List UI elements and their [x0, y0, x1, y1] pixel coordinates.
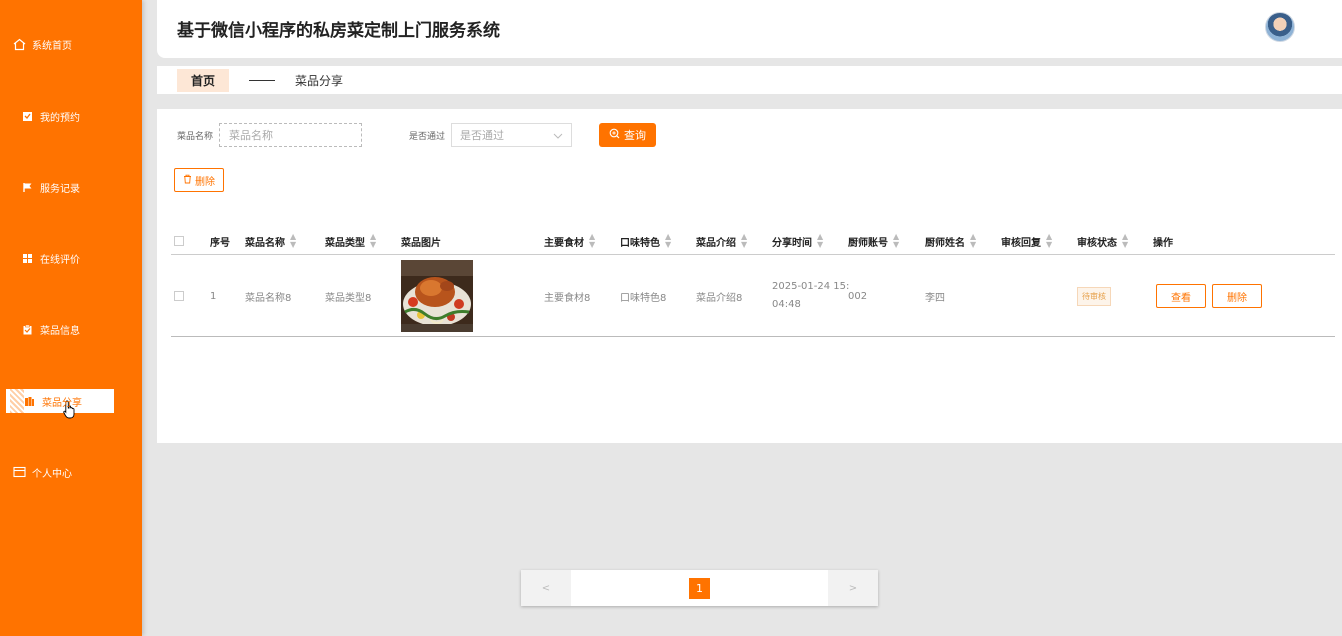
row-dish-name: 菜品名称8	[245, 292, 292, 304]
sort-icon: ▲ ▼	[741, 232, 748, 249]
sort-icon: ▲ ▼	[970, 232, 977, 249]
chevron-down-icon	[553, 129, 563, 142]
sort-icon: ▲ ▼	[589, 232, 596, 249]
sidebar-item-home[interactable]: 系统首页	[0, 32, 142, 56]
share-icon	[22, 394, 36, 408]
dish-name-input[interactable]: 菜品名称	[219, 123, 363, 147]
sidebar-item-dish-share[interactable]: 菜品分享	[6, 389, 114, 413]
select-all-checkbox[interactable]	[174, 227, 184, 255]
sidebar-item-label: 个人中心	[32, 468, 72, 480]
query-button[interactable]: 查询	[599, 123, 657, 147]
sort-icon: ▲ ▼	[665, 232, 672, 249]
approved-select-placeholder: 是否通过	[460, 129, 505, 142]
home-icon	[12, 37, 26, 51]
table-header: 序号 菜品名称 ▲ ▼ 菜品类型 ▲ ▼ 菜品图片 主要食材 ▲ ▼ 口味特色 ▲ ▼ 菜品介绍…	[171, 227, 1335, 255]
row-ingredients: 主要食材8	[544, 292, 591, 304]
bulk-delete-label: 删除	[195, 176, 215, 188]
flag-icon	[20, 180, 34, 194]
col-chef-name[interactable]: 厨师姓名 ▲ ▼	[925, 227, 976, 255]
trash-icon	[183, 174, 192, 187]
col-index: 序号	[210, 237, 230, 249]
sidebar-item-dish-info[interactable]: 菜品信息	[0, 317, 142, 341]
col-dish-image: 菜品图片	[401, 237, 441, 249]
row-share-time-clock: 04:48	[772, 299, 801, 310]
delete-button[interactable]: 删除	[1212, 284, 1262, 308]
breadcrumb-separator	[249, 79, 276, 81]
sort-icon: ▲ ▼	[1046, 232, 1053, 249]
dish-share-table: 序号 菜品名称 ▲ ▼ 菜品类型 ▲ ▼ 菜品图片 主要食材 ▲ ▼ 口味特色 ▲ ▼ 菜品介绍…	[171, 227, 1335, 337]
sort-icon: ▲ ▼	[290, 232, 297, 249]
row-dish-type: 菜品类型8	[325, 292, 372, 304]
sidebar: 系统首页 我的预约 服务记录 在线评价 菜品信息 菜品分享 个人中心	[0, 0, 142, 636]
row-share-time: 2025-01-24 15: 04:48	[772, 255, 849, 337]
col-dish-type[interactable]: 菜品类型 ▲ ▼	[325, 227, 376, 255]
pagination-pages: 1	[571, 570, 828, 606]
pagination: < 1 >	[521, 570, 878, 606]
sort-icon: ▲ ▼	[893, 232, 900, 249]
row-actions: 查看 删除	[1156, 255, 1268, 337]
appointment-icon	[20, 109, 34, 123]
sort-icon: ▲ ▼	[817, 232, 824, 249]
col-share-time[interactable]: 分享时间 ▲ ▼	[772, 227, 823, 255]
sort-icon: ▲ ▼	[1122, 232, 1129, 249]
sidebar-item-appointments[interactable]: 我的预约	[0, 104, 142, 128]
approved-select[interactable]: 是否通过	[451, 123, 573, 147]
col-chef-account[interactable]: 厨师账号 ▲ ▼	[848, 227, 899, 255]
query-button-label: 查询	[624, 129, 647, 142]
user-avatar[interactable]	[1265, 12, 1295, 42]
row-review-status: 待审核	[1077, 255, 1111, 337]
col-dish-name[interactable]: 菜品名称 ▲ ▼	[245, 227, 296, 255]
app-header: 基于微信小程序的私房菜定制上门服务系统	[157, 0, 1342, 58]
search-form: 菜品名称 菜品名称 是否通过 是否通过 查询	[177, 123, 657, 147]
bulk-delete-button[interactable]: 删除	[174, 168, 224, 192]
search-icon	[609, 128, 620, 142]
sidebar-item-service-records[interactable]: 服务记录	[0, 175, 142, 199]
status-badge: 待审核	[1077, 286, 1111, 306]
breadcrumb-current: 菜品分享	[295, 73, 344, 88]
card-icon	[12, 465, 26, 479]
clipboard-icon	[20, 322, 34, 336]
grid-icon	[20, 251, 34, 265]
sidebar-item-label: 我的预约	[40, 112, 80, 124]
col-review-reply[interactable]: 审核回复 ▲ ▼	[1001, 227, 1052, 255]
view-button[interactable]: 查看	[1156, 284, 1206, 308]
sidebar-item-profile[interactable]: 个人中心	[0, 460, 142, 484]
dish-name-label: 菜品名称	[177, 131, 214, 142]
sidebar-item-label: 菜品分享	[42, 397, 82, 409]
sidebar-item-label: 服务记录	[40, 183, 80, 195]
col-review-status[interactable]: 审核状态 ▲ ▼	[1077, 227, 1128, 255]
row-chef-account: 002	[848, 290, 868, 302]
row-flavor: 口味特色8	[620, 292, 667, 304]
page-title: 基于微信小程序的私房菜定制上门服务系统	[177, 21, 500, 41]
table-row: 1 菜品名称8 菜品类型8 主要食材8 口味特色8 菜品介绍8 2025-01-…	[171, 255, 1335, 337]
row-index: 1	[210, 290, 217, 302]
page-number-current[interactable]: 1	[689, 578, 710, 599]
main-panel: 菜品名称 菜品名称 是否通过 是否通过 查询 删除 序号 菜品名称 ▲ ▼ 菜品类	[157, 109, 1342, 443]
col-flavor[interactable]: 口味特色 ▲ ▼	[620, 227, 671, 255]
row-chef-name: 李四	[925, 292, 945, 304]
sidebar-item-label: 系统首页	[32, 40, 72, 52]
dish-image[interactable]	[401, 255, 473, 337]
breadcrumb-home[interactable]: 首页	[177, 68, 230, 92]
dish-image-roast	[401, 260, 473, 332]
row-intro: 菜品介绍8	[696, 292, 743, 304]
col-actions: 操作	[1153, 237, 1173, 249]
breadcrumb: 首页 菜品分享	[157, 66, 1342, 94]
approved-label: 是否通过	[409, 131, 446, 142]
col-ingredients[interactable]: 主要食材 ▲ ▼	[544, 227, 595, 255]
col-intro[interactable]: 菜品介绍 ▲ ▼	[696, 227, 747, 255]
row-checkbox[interactable]	[174, 255, 184, 337]
prev-page-button[interactable]: <	[521, 570, 571, 606]
sort-icon: ▲ ▼	[370, 232, 377, 249]
row-share-time-date: 2025-01-24 15:	[772, 281, 850, 292]
sidebar-item-label: 在线评价	[40, 254, 80, 266]
next-page-button[interactable]: >	[828, 570, 878, 606]
sidebar-item-label: 菜品信息	[40, 325, 80, 337]
sidebar-item-reviews[interactable]: 在线评价	[0, 246, 142, 270]
